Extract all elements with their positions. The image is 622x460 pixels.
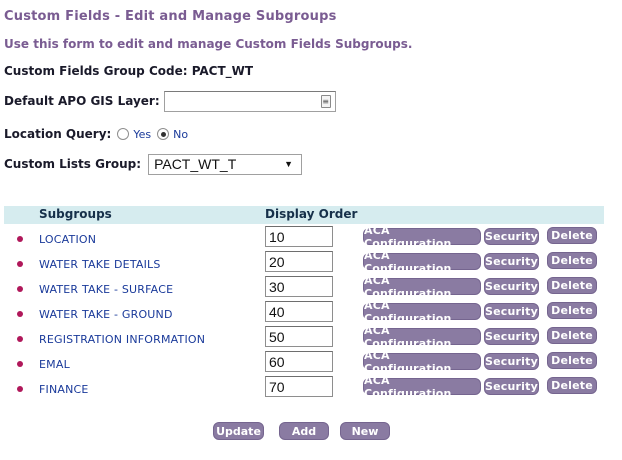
subgroup-link[interactable]: WATER TAKE - GROUND <box>39 308 173 321</box>
table-row: LOCATION ACA ConfigurationSecurity Delete <box>4 224 604 250</box>
aca-configuration-button[interactable]: ACA Configuration <box>363 249 481 275</box>
table-row: WATER TAKE - GROUND ACA ConfigurationSecu… <box>4 299 604 325</box>
group-code: Custom Fields Group Code: PACT_WT <box>4 64 254 78</box>
table-header: Subgroups Display Order <box>4 206 604 224</box>
display-order-input[interactable] <box>265 276 333 297</box>
security-button[interactable]: Security <box>484 303 539 320</box>
security-button[interactable]: Security <box>484 253 539 270</box>
security-button[interactable]: Security <box>484 278 539 295</box>
security-button[interactable]: Security <box>484 353 539 370</box>
subgroup-link[interactable]: FINANCE <box>39 383 89 396</box>
aca-configuration-button[interactable]: ACA Configuration <box>363 349 481 375</box>
security-button[interactable]: Security <box>484 228 539 245</box>
security-button[interactable]: Security <box>484 378 539 395</box>
subgroup-link[interactable]: LOCATION <box>39 233 96 246</box>
aca-configuration-button[interactable]: ACA Configuration <box>363 374 481 400</box>
delete-button[interactable]: Delete <box>547 327 597 344</box>
subgroups-column-header: Subgroups <box>39 207 112 221</box>
display-order-input[interactable] <box>265 351 333 372</box>
location-query-yes-label[interactable]: Yes <box>133 128 151 141</box>
subgroup-link[interactable]: WATER TAKE - SURFACE <box>39 283 173 296</box>
table-row: REGISTRATION INFORMATION ACA Configuratio… <box>4 324 604 350</box>
table-row: WATER TAKE - SURFACE ACA ConfigurationSec… <box>4 274 604 300</box>
location-query-no-radio[interactable] <box>157 128 170 140</box>
subgroups-table: Subgroups Display Order LOCATION ACA Conf… <box>4 206 604 400</box>
aca-configuration-button[interactable]: ACA Configuration <box>363 224 481 250</box>
gis-layer-row: Default APO GIS Layer: ≡ <box>4 90 336 112</box>
table-row: WATER TAKE DETAILS ACA ConfigurationSecur… <box>4 249 604 275</box>
bullet-dot-icon <box>17 236 23 242</box>
security-button[interactable]: Security <box>484 328 539 345</box>
subgroup-link[interactable]: WATER TAKE DETAILS <box>39 258 161 271</box>
custom-lists-label: Custom Lists Group: <box>4 157 142 171</box>
display-order-input[interactable] <box>265 301 333 322</box>
chevron-down-icon[interactable]: ▼ <box>284 159 293 169</box>
add-button[interactable]: Add <box>279 422 329 440</box>
bullet-dot-icon <box>17 286 23 292</box>
aca-configuration-button[interactable]: ACA Configuration <box>363 299 481 325</box>
delete-button[interactable]: Delete <box>547 277 597 294</box>
location-query-row: Location Query: Yes No <box>4 125 188 143</box>
location-query-yes-radio[interactable] <box>117 128 130 140</box>
location-query-label: Location Query: <box>4 127 112 141</box>
gis-layer-label: Default APO GIS Layer: <box>4 94 160 108</box>
bullet-dot-icon <box>17 386 23 392</box>
display-order-input[interactable] <box>265 326 333 347</box>
location-query-no-label[interactable]: No <box>173 128 188 141</box>
delete-button[interactable]: Delete <box>547 227 597 244</box>
aca-configuration-button[interactable]: ACA Configuration <box>363 274 481 300</box>
table-body: LOCATIONACA ConfigurationSecurityDeleteW… <box>4 224 604 400</box>
new-button[interactable]: New <box>340 422 390 440</box>
display-order-input[interactable] <box>265 226 333 247</box>
custom-lists-row: Custom Lists Group: PACT_WT_T ▼ <box>4 153 303 175</box>
custom-lists-select[interactable]: PACT_WT_T ▼ <box>148 153 303 175</box>
table-row: FINANCE ACA ConfigurationSecurity Delete <box>4 374 604 400</box>
page-title: Custom Fields - Edit and Manage Subgroup… <box>4 9 337 24</box>
bullet-dot-icon <box>17 361 23 367</box>
display-order-input[interactable] <box>265 376 333 397</box>
bullet-dot-icon <box>17 311 23 317</box>
aca-configuration-button[interactable]: ACA Configuration <box>363 324 481 350</box>
bullet-dot-icon <box>17 261 23 267</box>
display-order-column-header: Display Order <box>265 207 358 221</box>
custom-lists-value: PACT_WT_T <box>154 156 237 172</box>
subgroup-link[interactable]: REGISTRATION INFORMATION <box>39 333 205 346</box>
delete-button[interactable]: Delete <box>547 352 597 369</box>
table-row: EMAL ACA ConfigurationSecurity Delete <box>4 349 604 375</box>
subgroup-link[interactable]: EMAL <box>39 358 70 371</box>
gis-layer-input[interactable]: ≡ <box>163 90 336 112</box>
delete-button[interactable]: Delete <box>547 252 597 269</box>
text-input-picker-icon[interactable]: ≡ <box>320 94 331 108</box>
delete-button[interactable]: Delete <box>547 302 597 319</box>
bullet-dot-icon <box>17 336 23 342</box>
display-order-input[interactable] <box>265 251 333 272</box>
delete-button[interactable]: Delete <box>547 377 597 394</box>
intro-text: Use this form to edit and manage Custom … <box>4 37 413 51</box>
update-button[interactable]: Update <box>213 422 264 440</box>
